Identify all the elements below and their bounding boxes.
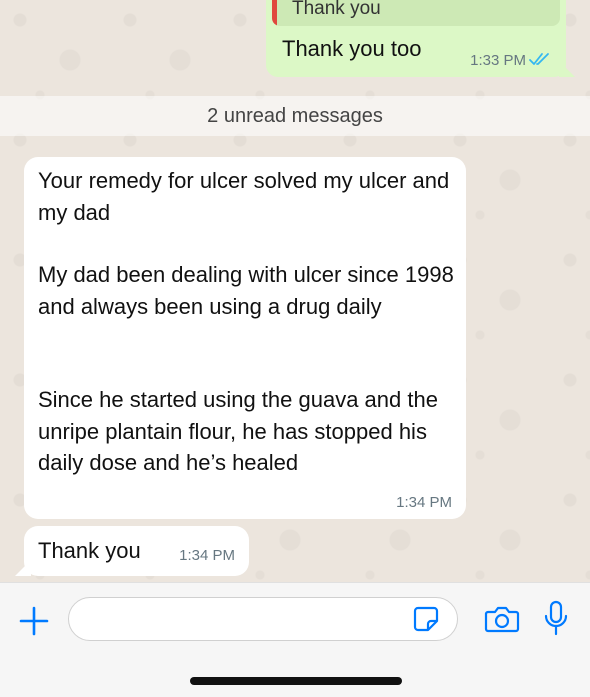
message-text: Thank you [38, 538, 141, 563]
unread-messages-banner: 2 unread messages [0, 96, 590, 136]
quoted-text: Thank you [292, 0, 381, 19]
attach-button[interactable] [14, 601, 54, 641]
read-ticks-icon [529, 53, 549, 65]
message-input-bar [0, 582, 590, 697]
outgoing-time: 1:33 PM [470, 52, 526, 69]
message-time: 1:34 PM [396, 494, 452, 511]
outgoing-text: Thank you too [282, 36, 422, 61]
camera-button[interactable] [482, 601, 522, 637]
chat-area: Thank you Thank you too 1:33 PM 2 unread… [0, 0, 590, 582]
home-indicator[interactable] [190, 677, 402, 685]
quote-bar [272, 0, 277, 26]
sticker-button[interactable] [410, 603, 442, 635]
message-time: 1:34 PM [179, 547, 235, 564]
message-paragraph: Your remedy for ulcer solved my ulcer an… [38, 168, 450, 225]
microphone-icon [544, 600, 568, 636]
bubble-tail [559, 61, 575, 77]
quoted-reply[interactable]: Thank you [272, 0, 560, 26]
incoming-message[interactable]: Your remedy for ulcer solved my ulcer an… [24, 157, 466, 519]
sticker-icon [413, 606, 439, 632]
message-paragraph: My dad been dealing with ulcer since 199… [38, 262, 454, 319]
message-paragraph: Since he started using the guava and the… [38, 387, 438, 475]
incoming-message[interactable]: Thank you 1:34 PM [15, 526, 249, 576]
bubble-tail [15, 560, 31, 576]
message-input[interactable] [68, 597, 458, 641]
outgoing-message[interactable]: Thank you Thank you too 1:33 PM [266, 0, 575, 77]
camera-icon [484, 606, 520, 633]
unread-banner-text: 2 unread messages [207, 104, 383, 127]
microphone-button[interactable] [538, 599, 574, 639]
plus-icon [19, 606, 49, 636]
